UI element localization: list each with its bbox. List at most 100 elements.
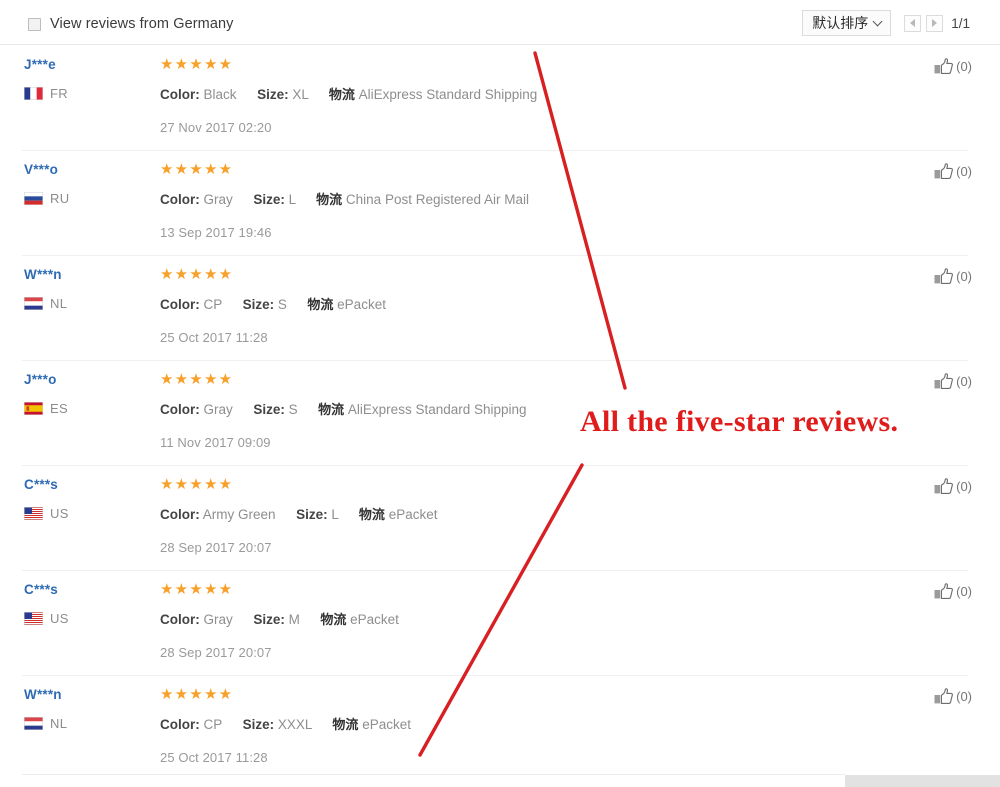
- star-rating: ★★★★★: [160, 371, 234, 388]
- size-value: S: [288, 402, 298, 417]
- reviewer-name[interactable]: C***s: [24, 477, 144, 493]
- review-date: 25 Oct 2017 11:28: [160, 750, 268, 765]
- review-attributes: Color: Army Green Size: L 物流 ePacket: [160, 506, 880, 523]
- sort-dropdown-label: 默认排序: [812, 15, 869, 31]
- star-rating: ★★★★★: [160, 686, 234, 703]
- like-count: (0): [956, 689, 972, 704]
- chevron-left-icon: [910, 19, 916, 27]
- thumbs-up-icon: [934, 268, 954, 284]
- logistics-label: 物流: [320, 612, 347, 627]
- country-filter[interactable]: View reviews from Germany: [28, 16, 234, 32]
- shipping-method: ePacket: [337, 297, 386, 312]
- reviewer-info: V***o RU: [24, 162, 144, 206]
- logistics-label: 物流: [358, 507, 385, 522]
- reviewer-info: W***n NL: [24, 267, 144, 311]
- color-label: Color:: [160, 402, 200, 417]
- size-label: Size:: [242, 297, 275, 312]
- scrollbar-thumb[interactable]: [845, 775, 1000, 787]
- review-body: ★★★★★ Color: Black Size: XL 物流 AliExpres…: [160, 56, 880, 136]
- color-value: Black: [203, 87, 237, 102]
- like-count: (0): [956, 479, 972, 494]
- like-count: (0): [956, 164, 972, 179]
- thumbs-up-icon: [934, 478, 954, 494]
- flag-france-icon: [24, 87, 43, 100]
- horizontal-scrollbar[interactable]: [0, 773, 1000, 787]
- review-attributes: Color: CP Size: S 物流 ePacket: [160, 296, 880, 313]
- review-date: 28 Sep 2017 20:07: [160, 540, 272, 555]
- flag-netherlands-icon: [24, 297, 43, 310]
- reviewer-name[interactable]: J***e: [24, 57, 144, 73]
- reviewer-name[interactable]: C***s: [24, 582, 144, 598]
- flag-usa-icon: [24, 612, 43, 625]
- review-row: J***o ES ★★★★★ Color: Gray Size: S 物流 Al…: [0, 360, 1000, 465]
- review-row: C***s US ★★★★★ Color: Army Green Size: L…: [0, 465, 1000, 570]
- reviewer-country: ES: [24, 401, 144, 416]
- review-row: J***e FR ★★★★★ Color: Black Size: XL 物流 …: [0, 45, 1000, 150]
- size-label: Size:: [296, 507, 328, 522]
- color-value: CP: [203, 717, 223, 732]
- reviewer-country: NL: [24, 296, 144, 311]
- size-label: Size:: [257, 87, 289, 102]
- size-value: XXXL: [277, 717, 312, 732]
- reviewer-country: US: [24, 611, 144, 626]
- color-label: Color:: [160, 192, 200, 207]
- color-label: Color:: [160, 87, 200, 102]
- reviewer-country: RU: [24, 191, 144, 206]
- reviews-header: View reviews from Germany 默认排序 1/1: [0, 0, 1000, 45]
- star-rating: ★★★★★: [160, 161, 234, 178]
- thumbs-up-icon: [934, 583, 954, 599]
- star-rating: ★★★★★: [160, 581, 234, 598]
- star-rating: ★★★★★: [160, 56, 234, 73]
- reviewer-country: NL: [24, 716, 144, 731]
- helpful-button[interactable]: (0): [934, 58, 972, 75]
- reviewer-name[interactable]: J***o: [24, 372, 144, 388]
- reviewer-info: W***n NL: [24, 687, 144, 731]
- scrollbar-divider: [22, 774, 845, 775]
- reviewer-name[interactable]: W***n: [24, 687, 144, 703]
- star-rating: ★★★★★: [160, 266, 234, 283]
- review-body: ★★★★★ Color: CP Size: S 物流 ePacket 25 Oc…: [160, 266, 880, 346]
- color-value: Gray: [203, 612, 233, 627]
- color-label: Color:: [160, 612, 200, 627]
- helpful-button[interactable]: (0): [934, 268, 972, 285]
- review-date: 13 Sep 2017 19:46: [160, 225, 272, 240]
- color-label: Color:: [160, 297, 200, 312]
- review-date: 11 Nov 2017 09:09: [160, 435, 271, 450]
- country-code: US: [50, 611, 69, 626]
- size-value: M: [288, 612, 300, 627]
- reviewer-info: J***o ES: [24, 372, 144, 416]
- reviewer-info: C***s US: [24, 582, 144, 626]
- view-reviews-checkbox[interactable]: [28, 17, 41, 31]
- reviewer-info: C***s US: [24, 477, 144, 521]
- shipping-method: ePacket: [362, 717, 411, 732]
- logistics-label: 物流: [328, 87, 355, 102]
- header-controls: 默认排序 1/1: [802, 10, 970, 36]
- shipping-method: AliExpress Standard Shipping: [347, 402, 527, 417]
- reviewer-name[interactable]: W***n: [24, 267, 144, 283]
- helpful-button[interactable]: (0): [934, 583, 972, 600]
- review-body: ★★★★★ Color: CP Size: XXXL 物流 ePacket 25…: [160, 686, 880, 766]
- helpful-button[interactable]: (0): [934, 478, 972, 495]
- review-row: W***n NL ★★★★★ Color: CP Size: S 物流 ePac…: [0, 255, 1000, 360]
- pagination: 1/1: [904, 14, 970, 32]
- shipping-method: AliExpress Standard Shipping: [358, 87, 538, 102]
- page-indicator: 1/1: [951, 15, 970, 31]
- size-label: Size:: [242, 717, 275, 732]
- review-body: ★★★★★ Color: Army Green Size: L 物流 ePack…: [160, 477, 880, 556]
- review-row: V***o RU ★★★★★ Color: Gray Size: L 物流 Ch…: [0, 150, 1000, 255]
- prev-page-button[interactable]: [904, 14, 922, 32]
- sort-dropdown[interactable]: 默认排序: [802, 10, 892, 36]
- review-attributes: Color: Black Size: XL 物流 AliExpress Stan…: [160, 86, 880, 103]
- helpful-button[interactable]: (0): [934, 373, 972, 390]
- helpful-button[interactable]: (0): [934, 163, 972, 180]
- color-value: CP: [203, 297, 223, 312]
- color-value: Gray: [203, 192, 233, 207]
- review-body: ★★★★★ Color: Gray Size: M 物流 ePacket 28 …: [160, 581, 880, 661]
- country-code: FR: [50, 86, 68, 101]
- next-page-button[interactable]: [926, 14, 944, 32]
- reviewer-name[interactable]: V***o: [24, 162, 144, 178]
- helpful-button[interactable]: (0): [934, 688, 972, 705]
- review-attributes: Color: Gray Size: M 物流 ePacket: [160, 611, 880, 628]
- shipping-method: China Post Registered Air Mail: [345, 192, 530, 207]
- like-count: (0): [956, 374, 972, 389]
